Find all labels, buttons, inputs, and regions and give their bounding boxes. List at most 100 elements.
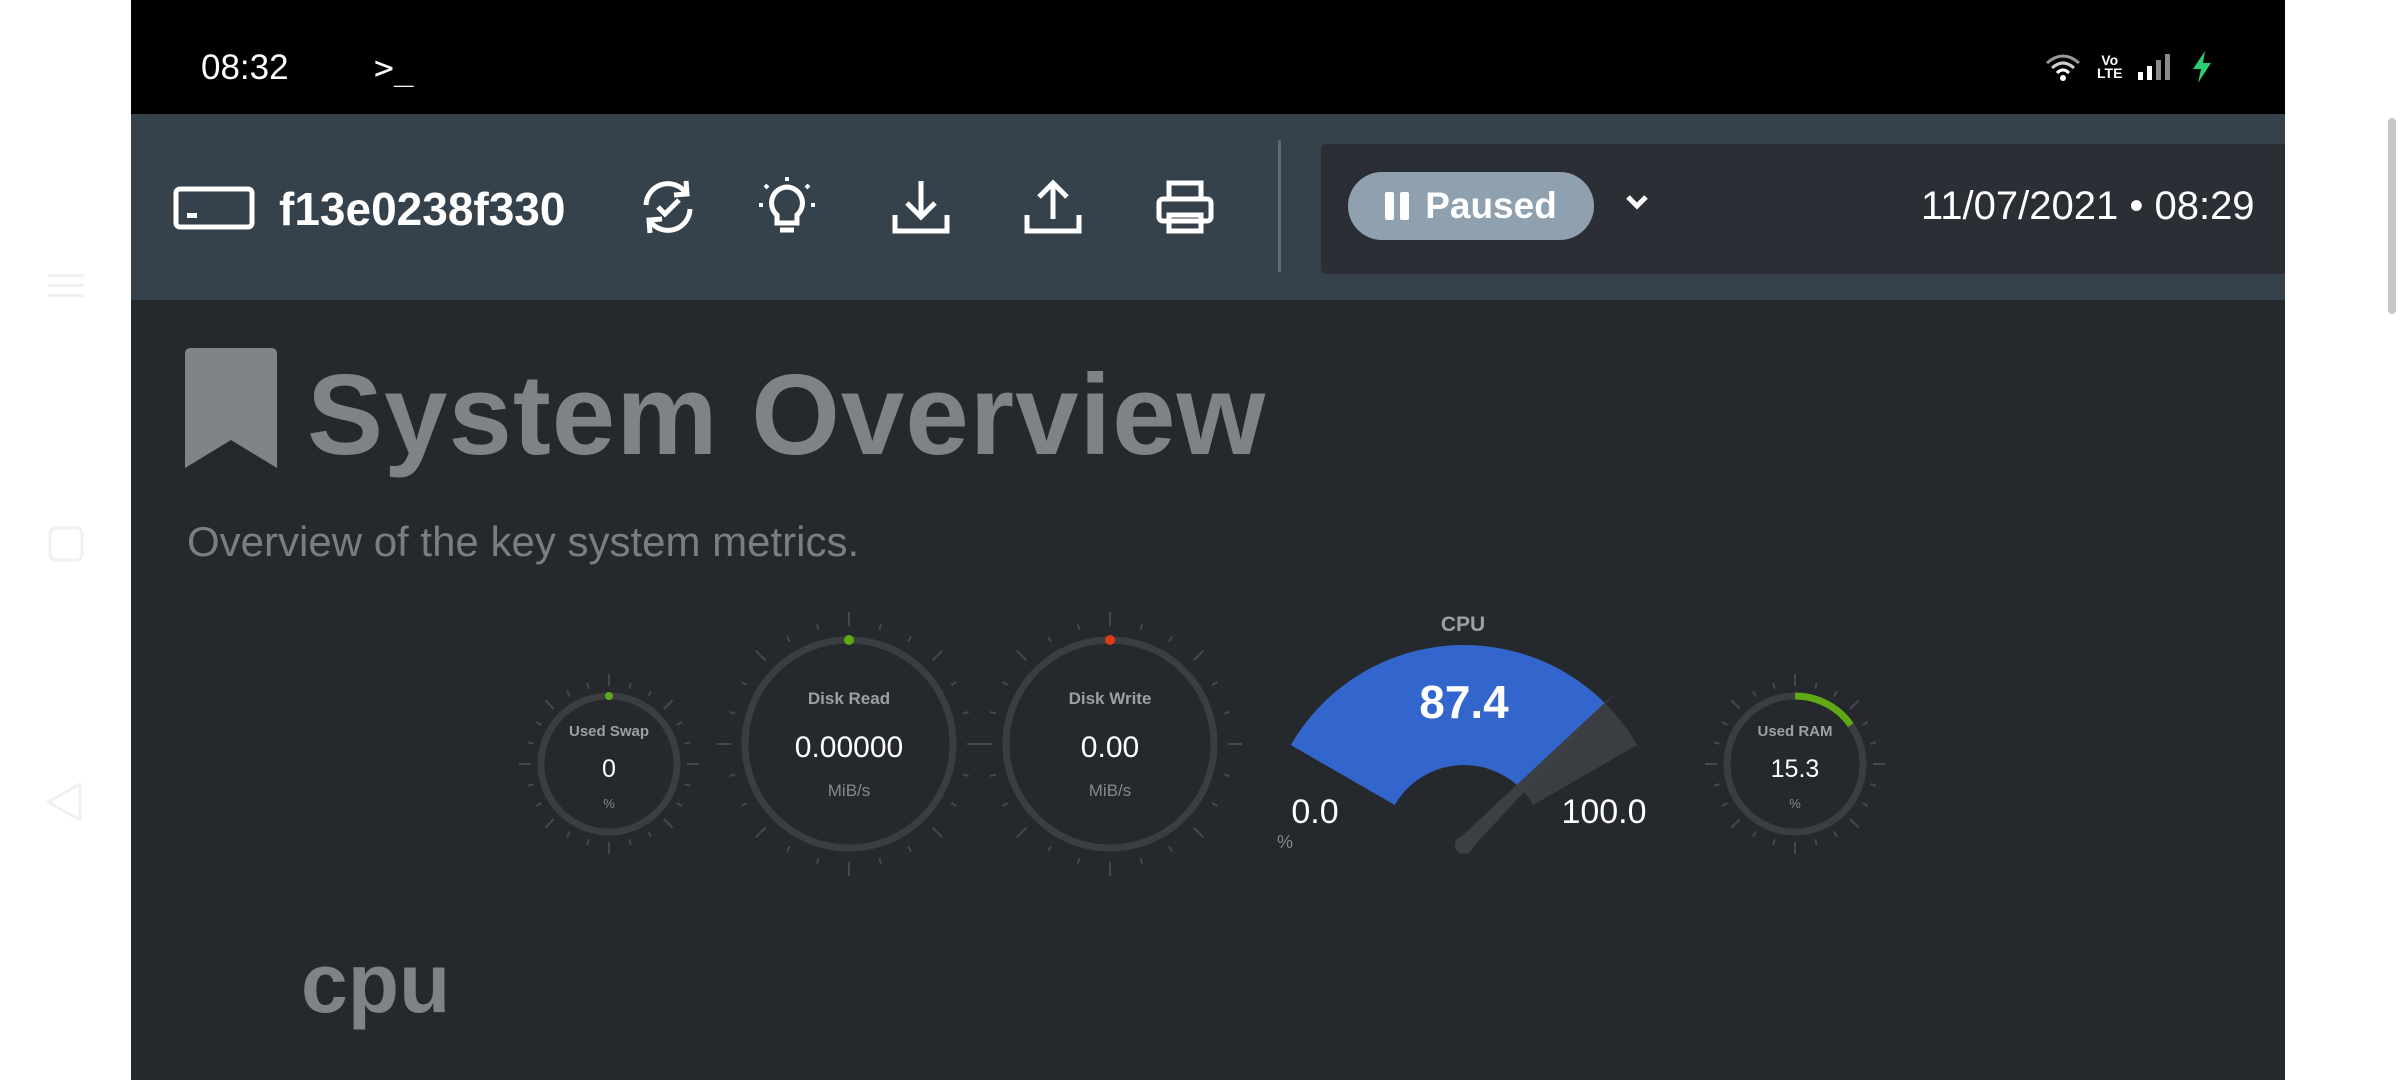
- gauge-tick: [676, 721, 683, 726]
- refresh-icon[interactable]: [636, 175, 700, 239]
- signal-icon: [2138, 54, 2171, 80]
- gauge-tick: [1814, 839, 1818, 846]
- gauge-tick: [1139, 623, 1144, 631]
- used-swap-value: 0: [602, 755, 616, 783]
- gauge-tick: [754, 826, 767, 839]
- gauge-tick: [1192, 649, 1205, 662]
- disk-write-title: Disk Write: [1069, 689, 1152, 708]
- cpu-max-label: 100.0: [1561, 793, 1646, 831]
- gauge-tick: [1211, 802, 1218, 807]
- menu-icon: [48, 274, 84, 297]
- gauge-tick: [950, 681, 957, 686]
- hostname-label: f13e0238f330: [279, 183, 566, 235]
- gauge-tick: [950, 802, 957, 807]
- gauge-tick: [676, 802, 683, 807]
- cpu-min-label: 0.0: [1291, 793, 1338, 831]
- gauge-tick: [728, 710, 736, 715]
- paused-label: Paused: [1425, 185, 1557, 226]
- gauge-tick: [1730, 699, 1741, 710]
- section-heading-cpu: cpu: [301, 936, 451, 1030]
- cpu-unit: %: [1277, 832, 1293, 852]
- gauge-tick: [1168, 845, 1173, 852]
- used-ram-title: Used RAM: [1757, 723, 1832, 740]
- gauge-tick: [1168, 636, 1173, 643]
- gauge-tick: [754, 649, 767, 662]
- gauge-tick: [544, 818, 555, 829]
- gauge-tick: [786, 845, 791, 852]
- gauge-tick: [628, 839, 632, 846]
- chevron-down-icon[interactable]: [1623, 188, 1651, 216]
- back-icon: [46, 782, 82, 822]
- gauge-tick: [878, 623, 883, 631]
- gauge-tick: [1752, 690, 1757, 697]
- gauge-tick: [1076, 857, 1081, 865]
- gauge-tick: [1047, 636, 1052, 643]
- gauge-tick: [1772, 682, 1776, 689]
- gauge-tick: [931, 826, 944, 839]
- terminal-icon: >_: [374, 48, 414, 87]
- gauge-tick: [647, 690, 652, 697]
- gauge-tick: [566, 831, 571, 838]
- gauge-tick: [815, 857, 820, 865]
- gauge-tick: [1721, 721, 1728, 726]
- gauge-tick: [1833, 831, 1838, 838]
- upload-icon[interactable]: [1021, 175, 1085, 239]
- lightbulb-icon[interactable]: [755, 175, 819, 239]
- cpu-gauge-hub: [1455, 836, 1473, 854]
- charging-icon: [2193, 51, 2212, 83]
- gauge-tick: [1047, 845, 1052, 852]
- dashboard-toolbar: f13e0238f330 Paused 11/07/2021 • 08:29: [131, 114, 2285, 300]
- disk-write-unit: MiB/s: [1089, 781, 1132, 800]
- gauge-tick: [544, 699, 555, 710]
- home-icon: [48, 526, 84, 562]
- gauge-tick: [1814, 682, 1818, 689]
- gauge-tick: [586, 839, 590, 846]
- gauge-tick: [663, 699, 674, 710]
- scrollbar-thumb[interactable]: [2388, 118, 2396, 314]
- download-icon[interactable]: [889, 175, 953, 239]
- disk-write-value: 0.00: [1081, 731, 1139, 764]
- volte-icon: Vo LTE: [2097, 52, 2123, 81]
- gauge-tick: [1862, 721, 1869, 726]
- gauge-tick: [1870, 783, 1877, 787]
- gauge-tick: [684, 783, 691, 787]
- print-icon[interactable]: [1153, 175, 1217, 239]
- gauge-tick: [566, 690, 571, 697]
- gauge-tick: [931, 649, 944, 662]
- gauge-tick: [989, 710, 997, 715]
- paused-button[interactable]: Paused: [1348, 172, 1594, 240]
- gauge-tick: [535, 802, 542, 807]
- gauge-tick: [1139, 857, 1144, 865]
- gauge-tick: [907, 636, 912, 643]
- cpu-value: 87.4: [1419, 676, 1509, 728]
- gauge-tick: [628, 682, 632, 689]
- gauge-tick: [1015, 826, 1028, 839]
- gauge-tick: [1223, 773, 1231, 778]
- gauge-indicator-dot: [605, 692, 613, 700]
- dashboard-content: System Overview Overview of the key syst…: [131, 300, 2285, 1080]
- scroll-track: [2285, 114, 2400, 1080]
- used-ram-value: 15.3: [1771, 755, 1820, 783]
- gauge-tick: [786, 636, 791, 643]
- gauge-tick: [586, 682, 590, 689]
- used-ram-unit: %: [1789, 796, 1801, 811]
- disk-read-value: 0.00000: [795, 731, 903, 764]
- gauge-tick: [1211, 681, 1218, 686]
- status-bar: 08:32 >_ Vo LTE: [131, 0, 2285, 114]
- disk-read-unit: MiB/s: [828, 781, 871, 800]
- gauge-tick: [1849, 818, 1860, 829]
- disk-read-title: Disk Read: [808, 689, 890, 708]
- date-time-display[interactable]: 11/07/2021 • 08:29: [1921, 184, 2255, 229]
- gauge-indicator-dot: [1105, 635, 1115, 645]
- gauge-tick: [728, 773, 736, 778]
- gauge-tick: [989, 773, 997, 778]
- gauge-tick: [684, 741, 691, 745]
- gauge-tick: [1862, 802, 1869, 807]
- gauge-tick: [1721, 802, 1728, 807]
- gauge-tick: [663, 818, 674, 829]
- gauge-tick: [741, 681, 748, 686]
- status-time: 08:32: [201, 48, 289, 87]
- gauge-tick: [1772, 839, 1776, 846]
- gauge-tick: [535, 721, 542, 726]
- gauge-tick: [527, 741, 534, 745]
